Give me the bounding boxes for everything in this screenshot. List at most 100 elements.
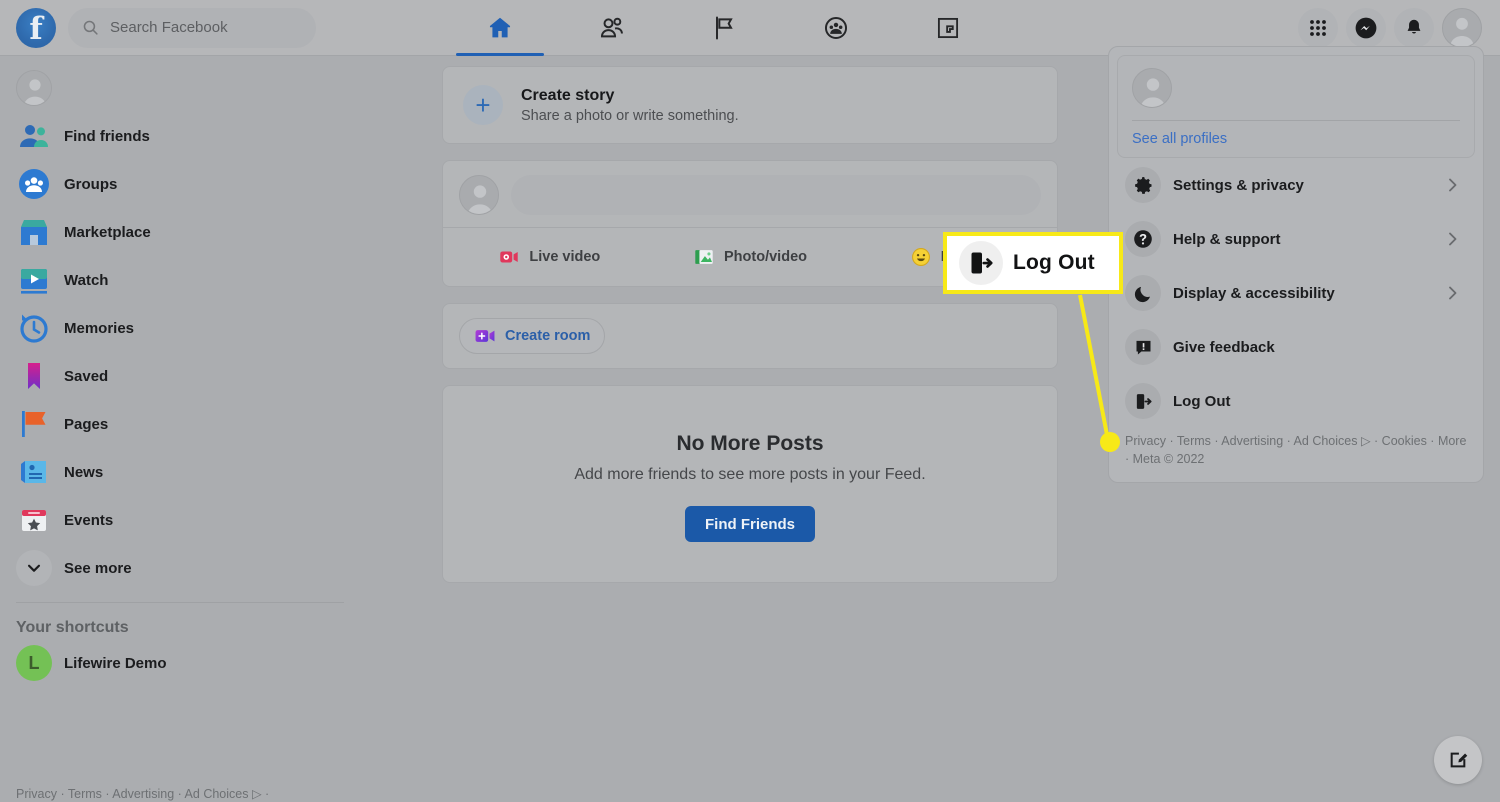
messenger-button[interactable] [1346,8,1386,48]
find-friends-button[interactable]: Find Friends [685,506,815,542]
groups-icon [824,16,848,40]
profile-card-avatar [1132,68,1172,108]
primary-nav-tabs [444,0,1064,56]
shortcut-avatar-initial: L [28,652,40,673]
sidebar-item-marketplace[interactable]: Marketplace [8,208,352,256]
flag-icon [716,16,733,40]
nav-tab-gaming[interactable] [892,0,1004,56]
messenger-icon [1355,17,1377,39]
chevron-right-icon [1449,286,1457,300]
account-dropdown-menu: See all profiles Settings & privacy Help… [1108,46,1484,483]
nav-tab-groups[interactable] [780,0,892,56]
menu-item-help-support[interactable]: Help & support [1117,212,1475,266]
chevron-right-icon [1449,178,1457,192]
photo-video-icon [695,250,713,264]
avatar-icon [1443,9,1481,47]
callout-target-dot [1100,432,1120,452]
facebook-logo[interactable]: f [16,7,56,48]
notifications-button[interactable] [1394,8,1434,48]
menu-grid-button[interactable] [1298,8,1338,48]
sidebar-item-groups-label: Groups [64,175,118,193]
composer-avatar [459,175,499,215]
menu-item-give-feedback[interactable]: Give feedback [1117,320,1475,374]
logout-icon [959,241,1003,285]
find-friends-icon [16,118,52,154]
nav-tab-home[interactable] [444,0,556,56]
sidebar-footer-links[interactable]: Privacy · Terms · Advertising · Ad Choic… [16,786,269,802]
menu-item-display-accessibility[interactable]: Display & accessibility [1117,266,1475,320]
compose-icon [1450,752,1468,768]
create-room-button[interactable]: Create room [459,318,606,354]
menu-item-give-feedback-label: Give feedback [1173,338,1275,356]
create-story-card[interactable]: + Create story Share a photo or write so… [442,66,1058,144]
account-menu-footer[interactable]: Privacy · Terms · Advertising · Ad Choic… [1117,428,1475,474]
profile-card[interactable]: See all profiles [1117,55,1475,158]
sidebar-item-profile[interactable] [8,64,352,112]
sidebar-shortcut-item[interactable]: L Lifewire Demo [8,639,352,687]
gaming-icon [937,17,959,39]
groups-icon [16,166,52,202]
menu-item-log-out[interactable]: Log Out [1117,374,1475,428]
no-more-posts-title: No More Posts [676,432,824,455]
account-avatar-button[interactable] [1442,8,1482,48]
sidebar-item-see-more-label: See more [64,559,132,577]
composer-input[interactable] [511,175,1041,215]
chevron-down-icon [16,550,52,586]
live-video-icon [500,251,519,263]
watch-icon [16,262,52,298]
avatar-icon [1133,69,1171,107]
composer-action-photo-video[interactable]: Photo/video [650,238,851,276]
marketplace-icon [16,214,52,250]
sidebar-item-watch[interactable]: Watch [8,256,352,304]
sidebar-item-events[interactable]: Events [8,496,352,544]
pages-icon [16,406,52,442]
menu-item-log-out-label: Log Out [1173,392,1231,410]
new-message-button[interactable] [1434,736,1482,784]
question-icon [1125,221,1161,257]
plus-glyph: + [475,90,491,120]
facebook-logo-letter: f [29,10,43,47]
news-feed: + Create story Share a photo or write so… [442,66,1058,599]
sidebar-item-memories-label: Memories [64,319,135,337]
sidebar-profile-avatar [16,70,52,106]
events-icon [16,502,52,538]
shortcuts-heading: Your shortcuts [16,619,129,636]
grid-icon [1310,20,1326,36]
profile-card-divider [1132,120,1460,121]
facebook-page: f Search Facebook Find friends Groups Ma… [0,0,1500,802]
log-out-callout: Log Out [943,232,1123,294]
avatar-icon [460,176,498,214]
see-all-profiles-link[interactable]: See all profiles [1132,131,1460,147]
nav-tab-friends[interactable] [556,0,668,56]
no-more-posts-subtitle: Add more friends to see more posts in yo… [574,466,926,483]
search-input[interactable]: Search Facebook [68,7,316,48]
sidebar-item-pages[interactable]: Pages [8,400,352,448]
plus-icon: + [463,85,503,125]
composer-action-live-video[interactable]: Live video [449,238,650,276]
home-icon [489,17,511,38]
sidebar-divider [16,602,344,603]
sidebar-shortcut-label: Lifewire Demo [64,654,167,672]
feeling-icon [911,248,930,266]
nav-tab-pages[interactable] [668,0,780,56]
sidebar-item-groups[interactable]: Groups [8,160,352,208]
sidebar-item-saved[interactable]: Saved [8,352,352,400]
create-story-title: Create story [521,86,615,104]
video-room-icon [475,330,495,342]
sidebar-item-news[interactable]: News [8,448,352,496]
sidebar-item-find-friends[interactable]: Find friends [8,112,352,160]
search-placeholder: Search Facebook [110,19,228,36]
menu-item-settings-privacy-label: Settings & privacy [1173,176,1304,194]
menu-item-settings-privacy[interactable]: Settings & privacy [1117,158,1475,212]
bell-icon [1407,19,1421,34]
create-room-label: Create room [505,328,591,344]
memories-icon [16,310,52,346]
sidebar-item-memories[interactable]: Memories [8,304,352,352]
menu-item-help-support-label: Help & support [1173,230,1281,248]
logout-icon [1125,383,1161,419]
create-story-subtitle: Share a photo or write something. [521,107,739,124]
sidebar-item-watch-label: Watch [64,271,109,289]
saved-icon [16,358,52,394]
sidebar-item-see-more[interactable]: See more [8,544,352,592]
composer-action-photo-video-label: Photo/video [724,249,807,265]
